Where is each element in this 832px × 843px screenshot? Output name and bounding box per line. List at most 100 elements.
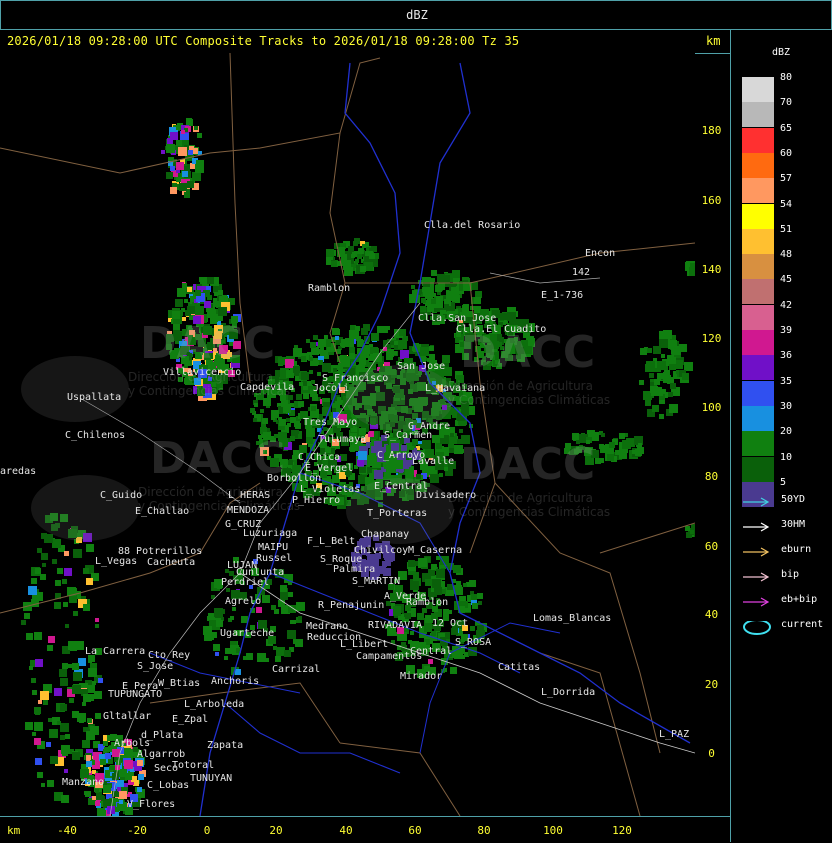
place-label: 142 bbox=[572, 267, 591, 278]
y-tick-label: 180 bbox=[701, 124, 722, 137]
km-unit-label: km bbox=[706, 34, 721, 48]
place-label: C_Lobas bbox=[147, 780, 190, 791]
scale-swatch-70 bbox=[742, 102, 774, 128]
place-label: Agrelo bbox=[225, 596, 262, 607]
place-label: S_Jose bbox=[137, 661, 174, 672]
scale-label-70: 70 bbox=[780, 97, 793, 109]
track-legend-item-eb+bip: eb+bip bbox=[741, 593, 831, 609]
place-label: RIVADAVIA bbox=[368, 620, 423, 631]
province-border bbox=[345, 242, 695, 284]
x-axis-unit: km bbox=[7, 824, 21, 837]
place-label: S_MARTIN bbox=[352, 576, 401, 587]
scale-swatch-42 bbox=[742, 304, 774, 330]
watermark-line2: y Contingencias Climáticas bbox=[448, 505, 611, 519]
track-legend-label: bip bbox=[781, 569, 800, 580]
scale-label-45: 45 bbox=[780, 274, 793, 286]
scale-swatch-51 bbox=[742, 228, 774, 254]
place-label: Borbollon bbox=[267, 473, 322, 484]
place-label: Catitas bbox=[498, 662, 541, 673]
y-axis: 180 160 140 120 100 80 60 40 20 0 bbox=[695, 53, 730, 816]
scale-label-65: 65 bbox=[780, 122, 793, 134]
y-tick-label: 140 bbox=[701, 263, 722, 276]
radar-map[interactable]: DACC Dirección de Agricultura y Contingenc… bbox=[0, 53, 695, 816]
track-arrow-icon bbox=[743, 547, 770, 557]
watermark-logo-text: DACC bbox=[150, 433, 286, 484]
y-tick-label: 80 bbox=[704, 470, 719, 483]
place-label: Ramblon bbox=[308, 283, 351, 294]
place-label: L_Libert bbox=[340, 639, 389, 650]
place-label: Medrano bbox=[306, 621, 349, 632]
place-label: Algarrob bbox=[137, 749, 186, 760]
y-tick-label: 40 bbox=[704, 608, 719, 621]
x-tick-label: -40 bbox=[57, 824, 77, 837]
y-tick-label: 160 bbox=[701, 194, 722, 207]
province-border bbox=[539, 652, 641, 816]
place-label: Divisadero bbox=[416, 490, 477, 501]
place-label: L_PAZ bbox=[659, 729, 690, 740]
track-arrow-icon bbox=[743, 572, 770, 582]
x-tick-label: 60 bbox=[408, 824, 422, 837]
place-label: TUNUYAN bbox=[190, 773, 233, 784]
scale-label-5: 5 bbox=[780, 476, 787, 488]
track-legend-label: 30HM bbox=[781, 519, 806, 530]
place-label: Lavalle bbox=[412, 456, 455, 467]
place-label: Arbols bbox=[114, 738, 151, 749]
place-label: Lomas_Blancas bbox=[533, 613, 612, 624]
scale-label-20: 20 bbox=[780, 426, 793, 438]
legend-panel: dBZ 80 70 65 60 57 54 51 48 45 42 39 36 35 30 20 10 5 50… bbox=[730, 30, 832, 842]
place-label: Tulumaya bbox=[318, 434, 367, 445]
place-label: Perdriel bbox=[221, 577, 270, 588]
place-label: Villavicencio bbox=[163, 367, 242, 378]
place-label: Clla.San Jose bbox=[418, 313, 497, 324]
place-label: Cto_Rey bbox=[148, 650, 191, 661]
place-label: V_Flores bbox=[127, 799, 176, 810]
track-arrow-icon bbox=[743, 597, 770, 607]
place-label: Chapanay bbox=[361, 529, 410, 540]
track-legend-item-50YD: 50YD bbox=[741, 493, 831, 509]
place-label: Central bbox=[410, 646, 453, 657]
track-legend-item-eburn: eburn bbox=[741, 543, 831, 559]
scale-swatch-30 bbox=[742, 405, 774, 431]
river-line bbox=[224, 702, 401, 774]
place-label: L_HERAS bbox=[228, 490, 271, 501]
place-label: TUPUNGATO bbox=[108, 689, 163, 700]
place-label: La Carrera bbox=[85, 646, 146, 657]
place-label: Mirador bbox=[400, 671, 443, 682]
x-tick-label: 100 bbox=[543, 824, 563, 837]
place-label: Ramblon bbox=[406, 597, 449, 608]
x-tick-label: 20 bbox=[269, 824, 283, 837]
scale-label-51: 51 bbox=[780, 223, 793, 235]
track-legend-label: eburn bbox=[781, 544, 812, 555]
scale-swatch-65 bbox=[742, 127, 774, 153]
place-label: L_Arboleda bbox=[184, 699, 245, 710]
product-title: 2026/01/18 09:28:00 UTC Composite Tracks… bbox=[7, 34, 520, 48]
window-titlebar: dBZ bbox=[0, 0, 832, 30]
place-label: 12 Oct bbox=[432, 618, 469, 629]
scale-label-10: 10 bbox=[780, 451, 793, 463]
province-border bbox=[599, 522, 695, 554]
scale-swatch-54 bbox=[742, 203, 774, 229]
place-label: Palmira bbox=[333, 564, 376, 575]
place-label: MAIPU bbox=[258, 542, 289, 553]
y-tick-label: 100 bbox=[701, 401, 722, 414]
place-label: L_Vegas bbox=[95, 556, 138, 567]
place-label: E_1-736 bbox=[541, 290, 584, 301]
place-label: MENDOZA bbox=[227, 505, 270, 516]
place-label: Zapata bbox=[207, 740, 244, 751]
place-label: Cacheuta bbox=[147, 557, 196, 568]
place-label: G_Andre bbox=[408, 421, 451, 432]
place-label: P_Hierro bbox=[292, 495, 341, 506]
y-tick-label: 120 bbox=[701, 332, 722, 345]
color-scale-title: dBZ bbox=[772, 47, 791, 58]
x-axis: km -40 -20 0 20 40 60 80 100 120 bbox=[0, 816, 730, 843]
place-label: L_Violetas bbox=[300, 484, 361, 495]
watermark-logo-text: DACC bbox=[140, 318, 276, 369]
place-label: Ugarteche bbox=[220, 628, 275, 639]
place-label: Clla.del Rosario bbox=[424, 220, 521, 231]
scale-label-36: 36 bbox=[780, 350, 793, 362]
y-tick-label: 20 bbox=[704, 678, 719, 691]
scale-label-48: 48 bbox=[780, 249, 793, 261]
scale-swatch-10 bbox=[742, 456, 774, 482]
scale-label-39: 39 bbox=[780, 325, 793, 336]
scale-swatch-60 bbox=[742, 152, 774, 178]
